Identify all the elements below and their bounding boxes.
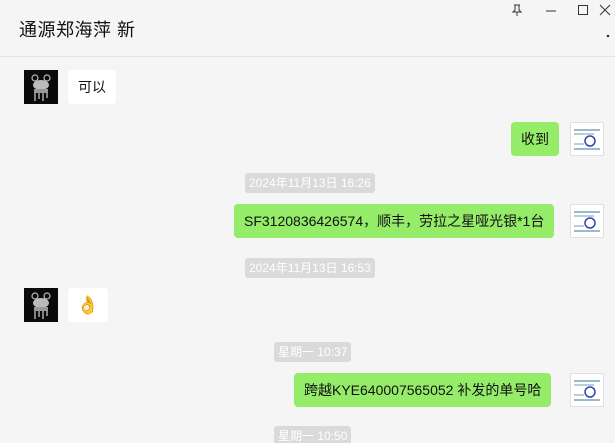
message-bubble[interactable]: 收到: [511, 122, 559, 156]
user-avatar[interactable]: [570, 204, 604, 238]
contact-avatar[interactable]: [24, 70, 58, 104]
chat-title[interactable]: 通源郑海萍 新: [19, 16, 136, 42]
minimize-icon[interactable]: [536, 0, 566, 20]
contact-avatar[interactable]: [24, 288, 58, 322]
user-avatar[interactable]: [570, 122, 604, 156]
ok-hand-emoji: 👌: [76, 295, 100, 315]
timestamp: 星期一 10:50: [274, 426, 352, 443]
chat-header: 通源郑海萍 新: [0, 0, 615, 57]
message-bubble[interactable]: 可以: [68, 70, 116, 104]
message-bubble[interactable]: 跨越KYE640007565052 补发的单号哈: [294, 373, 552, 407]
pin-icon[interactable]: [502, 0, 532, 20]
timestamp: 星期一 10:37: [274, 342, 352, 362]
user-avatar[interactable]: [570, 373, 604, 407]
close-icon[interactable]: [594, 0, 615, 20]
emoji-bubble[interactable]: 👌: [68, 288, 108, 322]
timestamp: 2024年11月13日 16:53: [245, 258, 375, 278]
timestamp: 2024年11月13日 16:26: [245, 173, 375, 193]
more-icon[interactable]: [604, 28, 612, 44]
message-bubble[interactable]: SF3120836426574，顺丰，劳拉之星哑光银*1台: [234, 204, 555, 238]
